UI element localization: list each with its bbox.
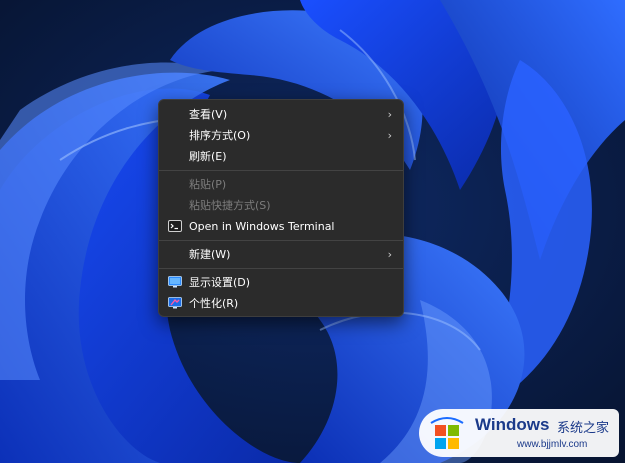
menu-separator xyxy=(159,170,403,171)
display-settings-icon xyxy=(168,276,182,288)
menu-item-display-settings[interactable]: 显示设置(D) xyxy=(159,272,403,293)
site-watermark: Windows 系统之家 www.bjjmlv.com xyxy=(419,409,619,457)
chevron-right-icon: › xyxy=(387,248,392,261)
menu-item-paste-shortcut: 粘贴快捷方式(S) xyxy=(159,195,403,216)
terminal-icon xyxy=(168,220,182,232)
chevron-right-icon: › xyxy=(387,129,392,142)
menu-separator xyxy=(159,240,403,241)
menu-item-refresh[interactable]: 刷新(E) xyxy=(159,146,403,167)
windows-logo-icon xyxy=(430,417,464,449)
menu-item-paste-shortcut-label: 粘贴快捷方式(S) xyxy=(189,199,271,212)
menu-separator xyxy=(159,268,403,269)
personalize-icon xyxy=(168,297,182,309)
menu-item-sort-by-label: 排序方式(O) xyxy=(189,129,251,142)
watermark-url: www.bjjmlv.com xyxy=(517,439,588,450)
menu-item-view[interactable]: 查看(V) › xyxy=(159,104,403,125)
menu-item-refresh-label: 刷新(E) xyxy=(189,150,227,163)
desktop-context-menu: 查看(V) › 排序方式(O) › 刷新(E) 粘贴(P) 粘贴快捷方式(S) … xyxy=(158,99,404,317)
watermark-subtitle: 系统之家 xyxy=(557,421,610,436)
menu-item-sort-by[interactable]: 排序方式(O) › xyxy=(159,125,403,146)
menu-item-open-terminal[interactable]: Open in Windows Terminal xyxy=(159,216,403,237)
chevron-right-icon: › xyxy=(387,108,392,121)
menu-item-new-label: 新建(W) xyxy=(189,248,231,261)
menu-item-display-settings-label: 显示设置(D) xyxy=(189,276,251,289)
menu-item-personalize[interactable]: 个性化(R) xyxy=(159,293,403,314)
menu-item-paste: 粘贴(P) xyxy=(159,174,403,195)
watermark-title: Windows xyxy=(475,415,550,434)
menu-item-new[interactable]: 新建(W) › xyxy=(159,244,403,265)
menu-item-open-terminal-label: Open in Windows Terminal xyxy=(189,220,335,233)
menu-item-view-label: 查看(V) xyxy=(189,108,228,121)
menu-item-paste-label: 粘贴(P) xyxy=(189,178,227,191)
menu-item-personalize-label: 个性化(R) xyxy=(189,297,239,310)
